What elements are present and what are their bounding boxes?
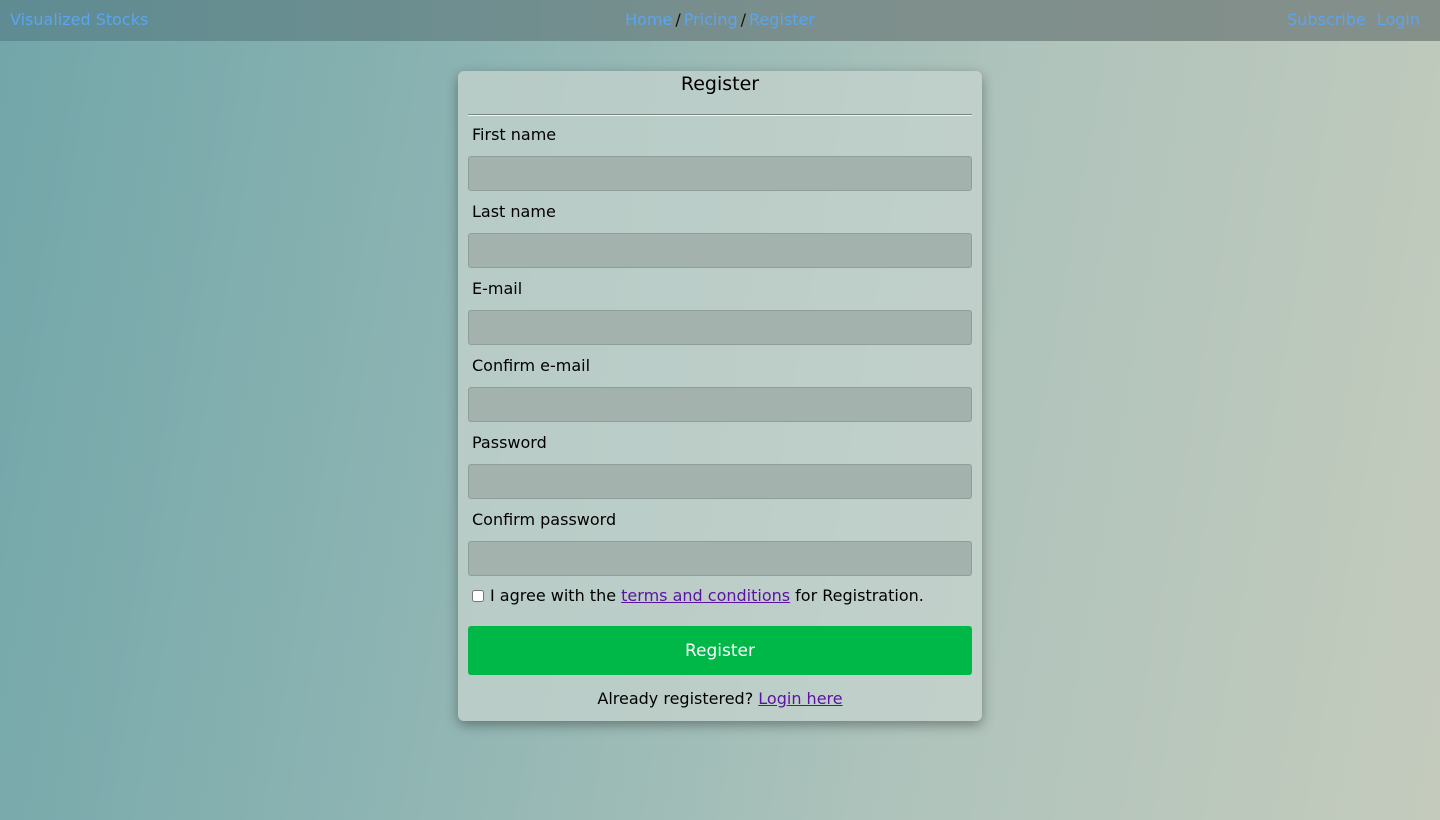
login-link[interactable]: Login xyxy=(1377,10,1420,29)
title-divider xyxy=(468,114,972,116)
terms-agreement: I agree with the terms and conditions fo… xyxy=(472,586,924,605)
login-here-link[interactable]: Login here xyxy=(758,689,842,708)
account-links: Subscribe Login xyxy=(1281,10,1420,29)
terms-checkbox[interactable] xyxy=(472,589,484,602)
email-label: E-mail xyxy=(472,279,523,298)
password-label: Password xyxy=(472,433,547,452)
form-title: Register xyxy=(680,73,760,95)
terms-prefix-text: I agree with the xyxy=(490,586,617,605)
breadcrumb: Home / Pricing / Register xyxy=(0,10,1440,29)
breadcrumb-register-link[interactable]: Register xyxy=(749,10,815,29)
terms-suffix-text: for Registration. xyxy=(795,586,924,605)
register-card: Register First name Last name E-mail Con… xyxy=(458,71,982,721)
password-input[interactable] xyxy=(468,464,972,499)
confirm-email-label: Confirm e-mail xyxy=(472,356,591,375)
email-input[interactable] xyxy=(468,310,972,345)
already-registered-line: Already registered? Login here xyxy=(458,689,982,708)
breadcrumb-separator: / xyxy=(675,10,681,29)
last-name-input[interactable] xyxy=(468,233,972,268)
terms-link[interactable]: terms and conditions xyxy=(621,586,790,605)
confirm-password-input[interactable] xyxy=(468,541,972,576)
breadcrumb-separator: / xyxy=(740,10,747,29)
confirm-email-input[interactable] xyxy=(468,387,972,422)
subscribe-link[interactable]: Subscribe xyxy=(1287,10,1366,29)
breadcrumb-pricing-link[interactable]: Pricing xyxy=(684,10,738,29)
register-button[interactable]: Register xyxy=(468,626,972,675)
already-registered-text: Already registered? xyxy=(597,689,754,708)
breadcrumb-home-link[interactable]: Home xyxy=(625,10,672,29)
first-name-input[interactable] xyxy=(468,156,972,191)
top-nav-bar: Visualized Stocks Home / Pricing / Register … xyxy=(0,0,1440,41)
confirm-password-label: Confirm password xyxy=(472,510,617,529)
first-name-label: First name xyxy=(472,125,557,144)
last-name-label: Last name xyxy=(472,202,556,221)
